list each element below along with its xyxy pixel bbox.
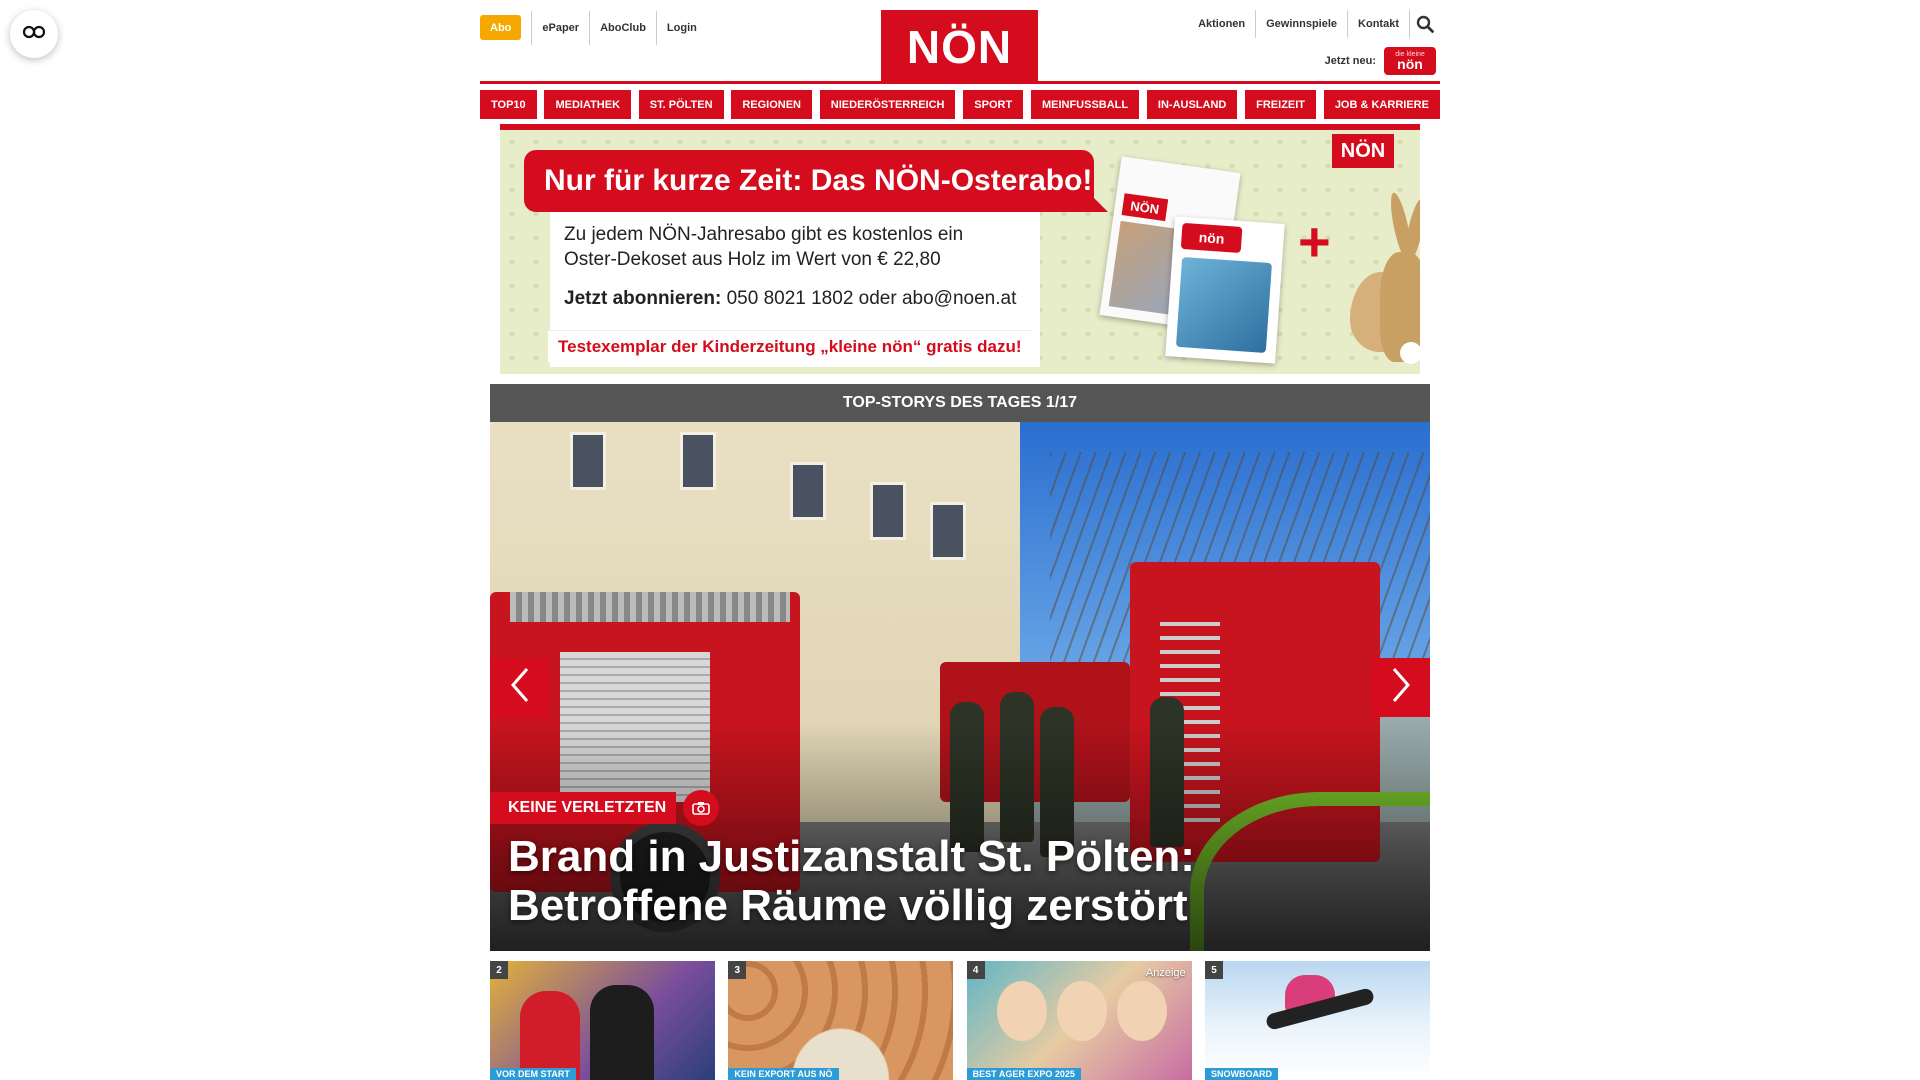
hero-title-line2: Betroffene Räume völlig zerstört	[508, 881, 1188, 930]
page-container: Abo ePaper AboClub Login NÖN Aktionen Ge…	[480, 0, 1440, 1080]
nav-freizeit[interactable]: FREIZEIT	[1245, 90, 1317, 119]
nav-sport[interactable]: SPORT	[963, 90, 1024, 119]
kontakt-link[interactable]: Kontakt	[1348, 10, 1410, 38]
promo-text-line1: Zu jedem NÖN-Jahresabo gibt es kostenlos…	[564, 224, 964, 245]
slider-prev-button[interactable]	[490, 658, 549, 717]
nav-meinfussball[interactable]: MEINFUSSBALL	[1030, 90, 1140, 119]
nav-niederoesterreich[interactable]: NIEDERÖSTERREICH	[819, 90, 956, 119]
thumbnail-tag: BEST AGER EXPO 2025	[966, 1068, 1081, 1080]
story-thumbnail-4[interactable]: 4 Anzeige BEST AGER EXPO 2025	[966, 961, 1192, 1080]
promo-headline: Nur für kurze Zeit: Das NÖN-Osterabo!	[524, 150, 1108, 212]
epaper-link[interactable]: ePaper	[531, 10, 589, 45]
aktionen-link[interactable]: Aktionen	[1188, 10, 1257, 38]
kleine-noen-newspaper-brand: nön	[1180, 222, 1243, 253]
plus-sign: +	[1298, 210, 1331, 273]
osterabo-promo-banner[interactable]: Nur für kurze Zeit: Das NÖN-Osterabo! Zu…	[500, 124, 1420, 374]
nav-st-poelten[interactable]: ST. PÖLTEN	[638, 90, 724, 119]
glasses-icon	[22, 25, 46, 44]
aboclub-link[interactable]: AboClub	[589, 10, 656, 45]
nav-top10[interactable]: TOP10	[480, 90, 537, 119]
thumbnail-face	[1116, 981, 1167, 1041]
abo-button[interactable]: Abo	[480, 15, 522, 40]
nav-mediathek[interactable]: MEDIATHEK	[544, 90, 632, 119]
jetzt-neu-label: Jetzt neu:	[1324, 55, 1376, 67]
promo-text-line2: Oster-Dekoset aus Holz im Wert von € 22,…	[564, 249, 941, 270]
site-logo[interactable]: NÖN	[881, 10, 1038, 84]
thumbnail-egg-carton	[728, 961, 954, 1080]
promo-brand-logo: NÖN	[1332, 134, 1394, 168]
hero-story[interactable]: KEINE VERLETZTEN Brand in Justizanstalt …	[490, 422, 1430, 951]
nav-job-karriere[interactable]: JOB & KARRIERE	[1323, 90, 1440, 119]
bunny-tail	[1400, 342, 1420, 364]
noen-newspaper-brand: NÖN	[1121, 193, 1169, 222]
top-stories-thumbnails: 2 VOR DEM START 3 KEIN EXPORT AUS NÖ 4 A…	[490, 961, 1430, 1080]
login-link[interactable]: Login	[655, 10, 707, 45]
kleine-noen-main: nön	[1397, 55, 1423, 72]
thumbnail-face	[1056, 981, 1107, 1041]
nav-regionen[interactable]: REGIONEN	[731, 90, 813, 119]
top-right-nav: Aktionen Gewinnspiele Kontakt	[1188, 10, 1440, 38]
building-window	[680, 432, 716, 490]
thumbnail-tag: VOR DEM START	[490, 1068, 576, 1080]
promo-contact: Jetzt abonnieren: 050 8021 1802 oder abo…	[564, 288, 1026, 310]
building-window	[570, 432, 606, 490]
hero-story-title[interactable]: Brand in Justizanstalt St. Pölten: Betro…	[508, 832, 1408, 930]
site-header: Abo ePaper AboClub Login NÖN Aktionen Ge…	[480, 0, 1440, 84]
thumbnail-person	[520, 991, 580, 1080]
story-thumbnail-3[interactable]: 3 KEIN EXPORT AUS NÖ	[728, 961, 954, 1080]
chevron-left-icon	[510, 667, 530, 708]
building-window	[790, 462, 826, 520]
promo-contact-details: 050 8021 1802 oder abo@noen.at	[721, 288, 1017, 309]
gewinnspiele-link[interactable]: Gewinnspiele	[1256, 10, 1349, 38]
thumbnail-tag: SNOWBOARD	[1204, 1068, 1278, 1080]
story-thumbnail-2[interactable]: 2 VOR DEM START	[490, 961, 715, 1080]
hero-story-label[interactable]: KEINE VERLETZTEN	[490, 792, 677, 824]
thumbnail-number: 3	[728, 961, 747, 979]
kleine-noen-newspaper-photo	[1175, 256, 1272, 353]
advertisement-label: Anzeige	[1145, 967, 1186, 979]
thumbnail-number: 2	[490, 961, 508, 979]
promo-contact-label: Jetzt abonnieren:	[564, 288, 722, 309]
slider-next-button[interactable]	[1371, 658, 1430, 717]
promo-free-sample: Testexemplar der Kinderzeitung „kleine n…	[548, 330, 1032, 362]
story-thumbnail-5[interactable]: 5 SNOWBOARD	[1204, 961, 1430, 1080]
thumbnail-person	[590, 985, 654, 1080]
thumbnail-face	[996, 981, 1047, 1041]
accessibility-button[interactable]	[10, 10, 58, 58]
easter-bunny-image	[1350, 191, 1420, 372]
kleine-noen-newspaper: nön	[1165, 216, 1285, 364]
top-stories-header: TOP-STORYS DES TAGES 1/17	[490, 384, 1430, 422]
hero-title-line1: Brand in Justizanstalt St. Pölten:	[508, 832, 1195, 881]
promo-newspapers-image: NÖN nön	[1099, 156, 1285, 364]
truck-ladder	[510, 592, 790, 622]
building-window	[930, 502, 966, 560]
top-left-nav: Abo ePaper AboClub Login	[480, 10, 707, 45]
kleine-noen-logo[interactable]: die kleine nön	[1384, 47, 1436, 75]
nav-in-ausland[interactable]: IN-AUSLAND	[1146, 90, 1238, 119]
thumbnail-number: 4	[966, 961, 985, 979]
jetzt-neu-promo: Jetzt neu: die kleine nön	[1325, 47, 1436, 75]
thumbnail-number: 5	[1204, 961, 1223, 979]
thumbnail-tag: KEIN EXPORT AUS NÖ	[728, 1068, 839, 1080]
search-icon[interactable]	[1410, 10, 1440, 38]
main-nav: TOP10 MEDIATHEK ST. PÖLTEN REGIONEN NIED…	[480, 90, 1440, 119]
building-window	[870, 482, 906, 540]
chevron-right-icon	[1391, 667, 1411, 708]
camera-icon	[683, 790, 719, 826]
